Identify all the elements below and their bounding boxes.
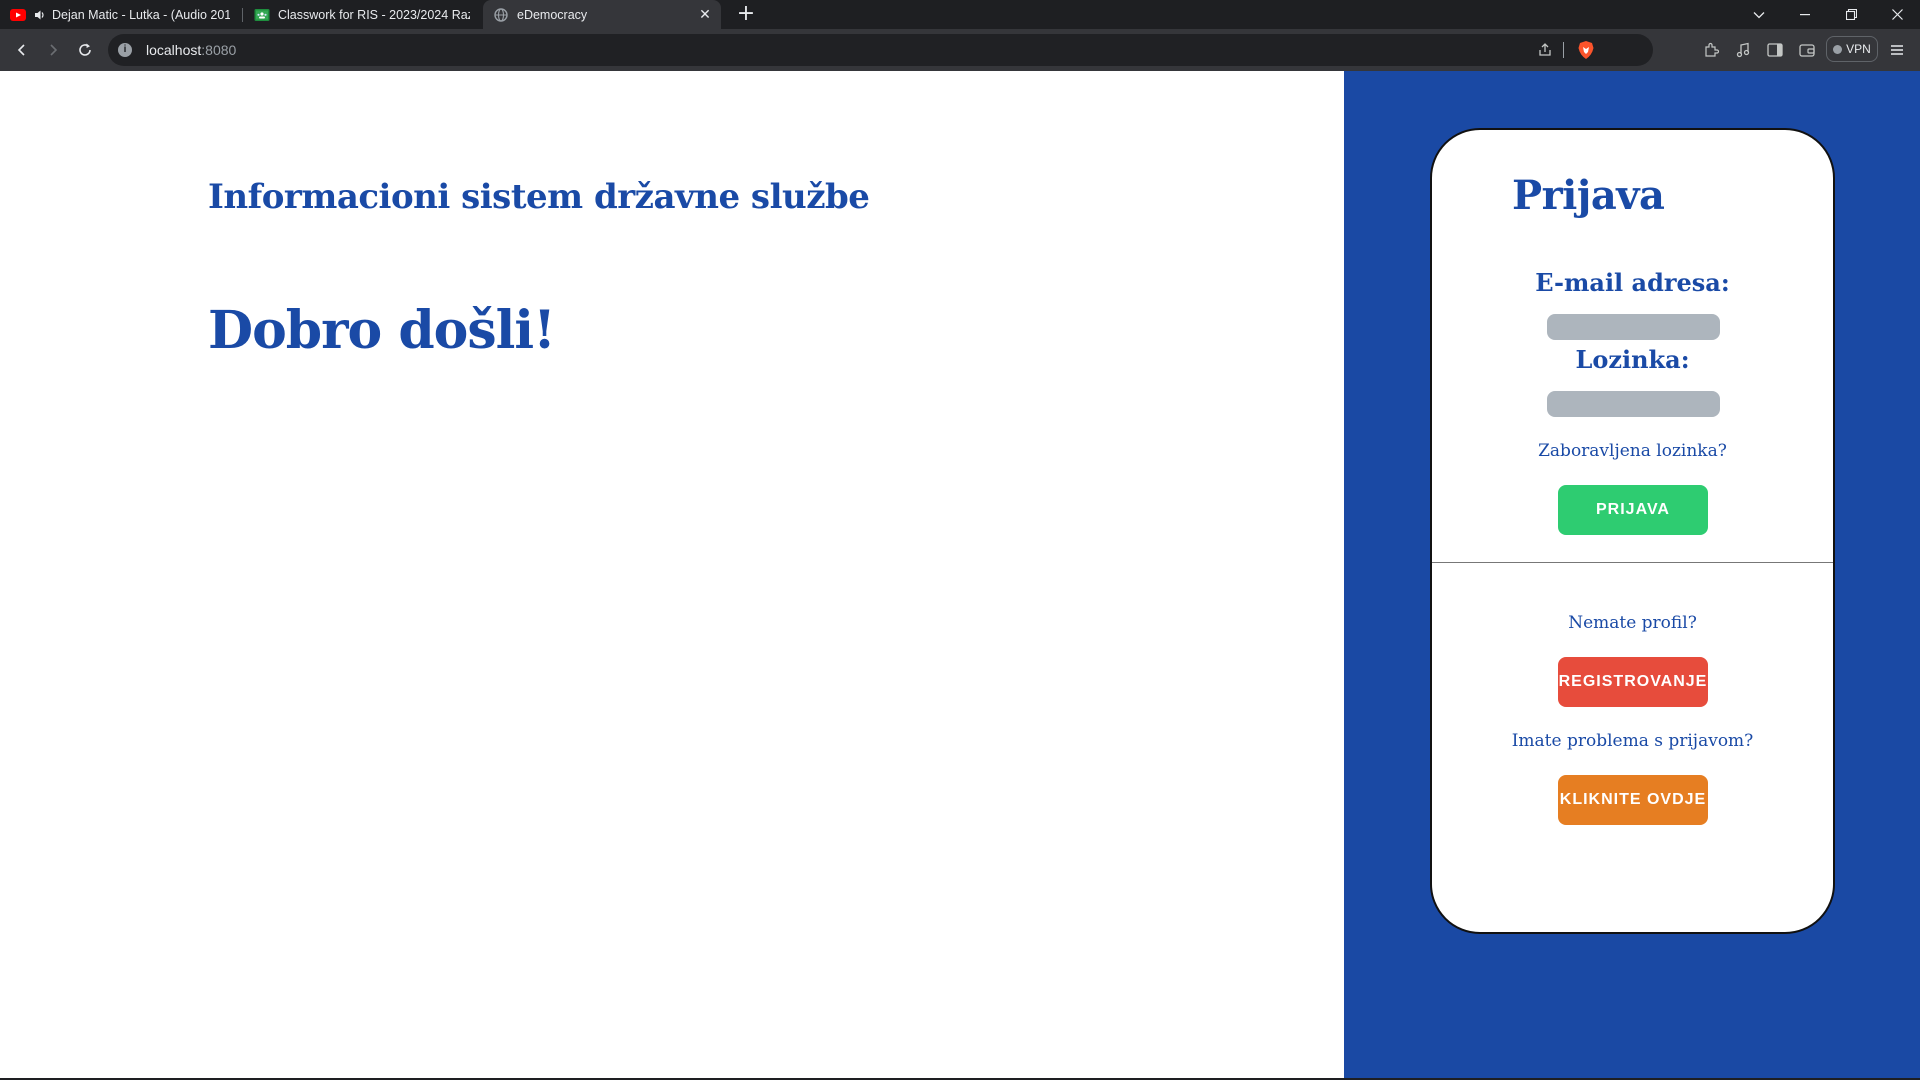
browser-toolbar: i localhost:8080 VPN — [0, 29, 1920, 71]
no-profile-text: Nemate profil? — [1568, 613, 1697, 633]
email-field[interactable] — [1547, 314, 1720, 340]
welcome-section: Informacioni sistem državne službe Dobro… — [0, 71, 1344, 1078]
url-port: :8080 — [201, 42, 237, 58]
tab-classroom[interactable]: Classwork for RIS - 2023/2024 Razvoj i — [244, 0, 480, 29]
brave-shields-icon[interactable] — [1577, 40, 1595, 60]
card-divider — [1432, 562, 1833, 563]
login-button[interactable]: PRIJAVA — [1558, 485, 1708, 535]
close-window-icon[interactable] — [1874, 0, 1920, 29]
sidebar-icon[interactable] — [1766, 41, 1784, 59]
google-classroom-icon — [254, 7, 270, 23]
url-host: localhost — [146, 42, 202, 58]
minimize-icon[interactable] — [1782, 0, 1828, 29]
vpn-label: VPN — [1846, 42, 1871, 56]
welcome-heading: Dobro došli! — [208, 300, 556, 361]
forgot-password-link[interactable]: Zaboravljena lozinka? — [1432, 441, 1833, 461]
tab-youtube[interactable]: Dejan Matic - Lutka - (Audio 2013) — [0, 0, 240, 29]
globe-icon — [493, 7, 509, 23]
tab-title: Classwork for RIS - 2023/2024 Razvoj i — [278, 7, 470, 22]
close-tab-icon[interactable]: ✕ — [697, 6, 713, 22]
page-content: Informacioni sistem državne službe Dobro… — [0, 71, 1920, 1078]
extensions-icon[interactable] — [1702, 41, 1720, 59]
tab-edemocracy[interactable]: eDemocracy ✕ — [483, 0, 721, 29]
url-text[interactable]: localhost:8080 — [146, 42, 236, 58]
login-problem-text: Imate problema s prijavom? — [1511, 731, 1754, 751]
login-title: Prijava — [1512, 172, 1665, 219]
youtube-icon — [10, 7, 26, 23]
omnibox-separator — [1563, 42, 1564, 58]
back-icon[interactable] — [10, 38, 34, 62]
password-label: Lozinka: — [1575, 345, 1690, 374]
wallet-icon[interactable] — [1798, 41, 1816, 59]
reload-icon[interactable] — [73, 38, 97, 62]
login-panel: Prijava E-mail adresa: Lozinka: Zaboravl… — [1344, 71, 1920, 1078]
new-tab-button[interactable]: + — [734, 3, 758, 27]
vpn-button[interactable]: VPN — [1826, 36, 1878, 62]
browser-tab-strip: Dejan Matic - Lutka - (Audio 2013) Class… — [0, 0, 1920, 29]
tab-search-icon[interactable] — [1736, 0, 1782, 29]
audio-playing-icon[interactable] — [34, 7, 46, 23]
password-field[interactable] — [1547, 391, 1720, 417]
tab-title: eDemocracy — [517, 7, 588, 22]
system-subtitle: Informacioni sistem državne službe — [208, 177, 870, 217]
tab-title: Dejan Matic - Lutka - (Audio 2013) — [52, 7, 230, 22]
email-label: E-mail adresa: — [1535, 268, 1730, 297]
login-card: Prijava E-mail adresa: Lozinka: Zaboravl… — [1430, 128, 1835, 934]
restore-icon[interactable] — [1828, 0, 1874, 29]
address-bar[interactable]: i localhost:8080 — [108, 34, 1653, 66]
tab-separator — [242, 8, 243, 22]
share-icon[interactable] — [1537, 42, 1553, 58]
register-button[interactable]: REGISTROVANJE — [1558, 657, 1708, 707]
forward-icon[interactable] — [41, 38, 65, 62]
media-music-icon[interactable] — [1734, 41, 1752, 59]
help-button[interactable]: KLIKNITE OVDJE — [1558, 775, 1708, 825]
browser-menu-icon[interactable] — [1888, 41, 1906, 59]
vpn-status-icon — [1833, 44, 1843, 54]
site-info-icon[interactable]: i — [118, 43, 132, 57]
